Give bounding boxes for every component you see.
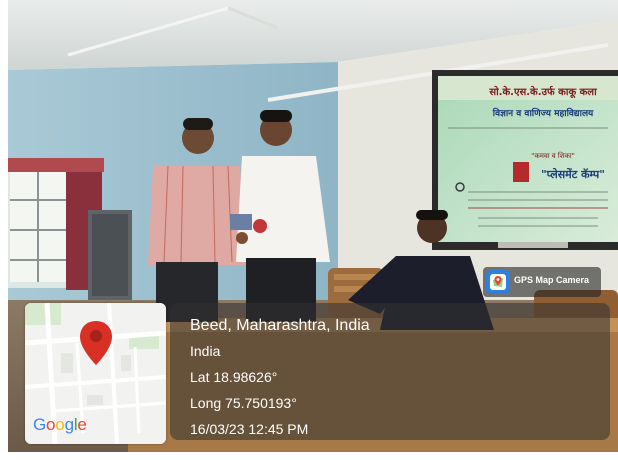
map-thumbnail: Google xyxy=(25,303,166,444)
slide-college-name: सो.के.एस.के.उर्फ काकू कला xyxy=(488,85,597,99)
slide-college-subtitle: विज्ञान व वाणिज्य महाविद्यालय xyxy=(492,107,594,119)
map-pin-camera-icon xyxy=(486,270,510,294)
longitude-text: Long 75.750193° xyxy=(190,395,297,411)
slide-event-title: "प्लेसमेंट कॅम्प" xyxy=(541,167,605,181)
country-text: India xyxy=(190,343,221,359)
latitude-text: Lat 18.98626° xyxy=(190,369,278,385)
geotagged-photo: सो.के.एस.के.उर्फ काकू कला विज्ञान व वाणि… xyxy=(0,0,618,460)
gps-map-camera-badge: GPS Map Camera xyxy=(483,267,601,297)
timestamp-text: 16/03/23 12:45 PM xyxy=(190,421,309,437)
google-logo: Google xyxy=(33,415,87,434)
place-name: Beed, Maharashtra, India xyxy=(190,317,370,334)
map-marker-icon xyxy=(80,321,112,365)
slide-event-label: "कमवा व शिका" xyxy=(531,151,575,160)
location-details: Beed, Maharashtra, India India Lat 18.98… xyxy=(190,314,370,442)
gps-badge-label: GPS Map Camera xyxy=(514,275,590,285)
